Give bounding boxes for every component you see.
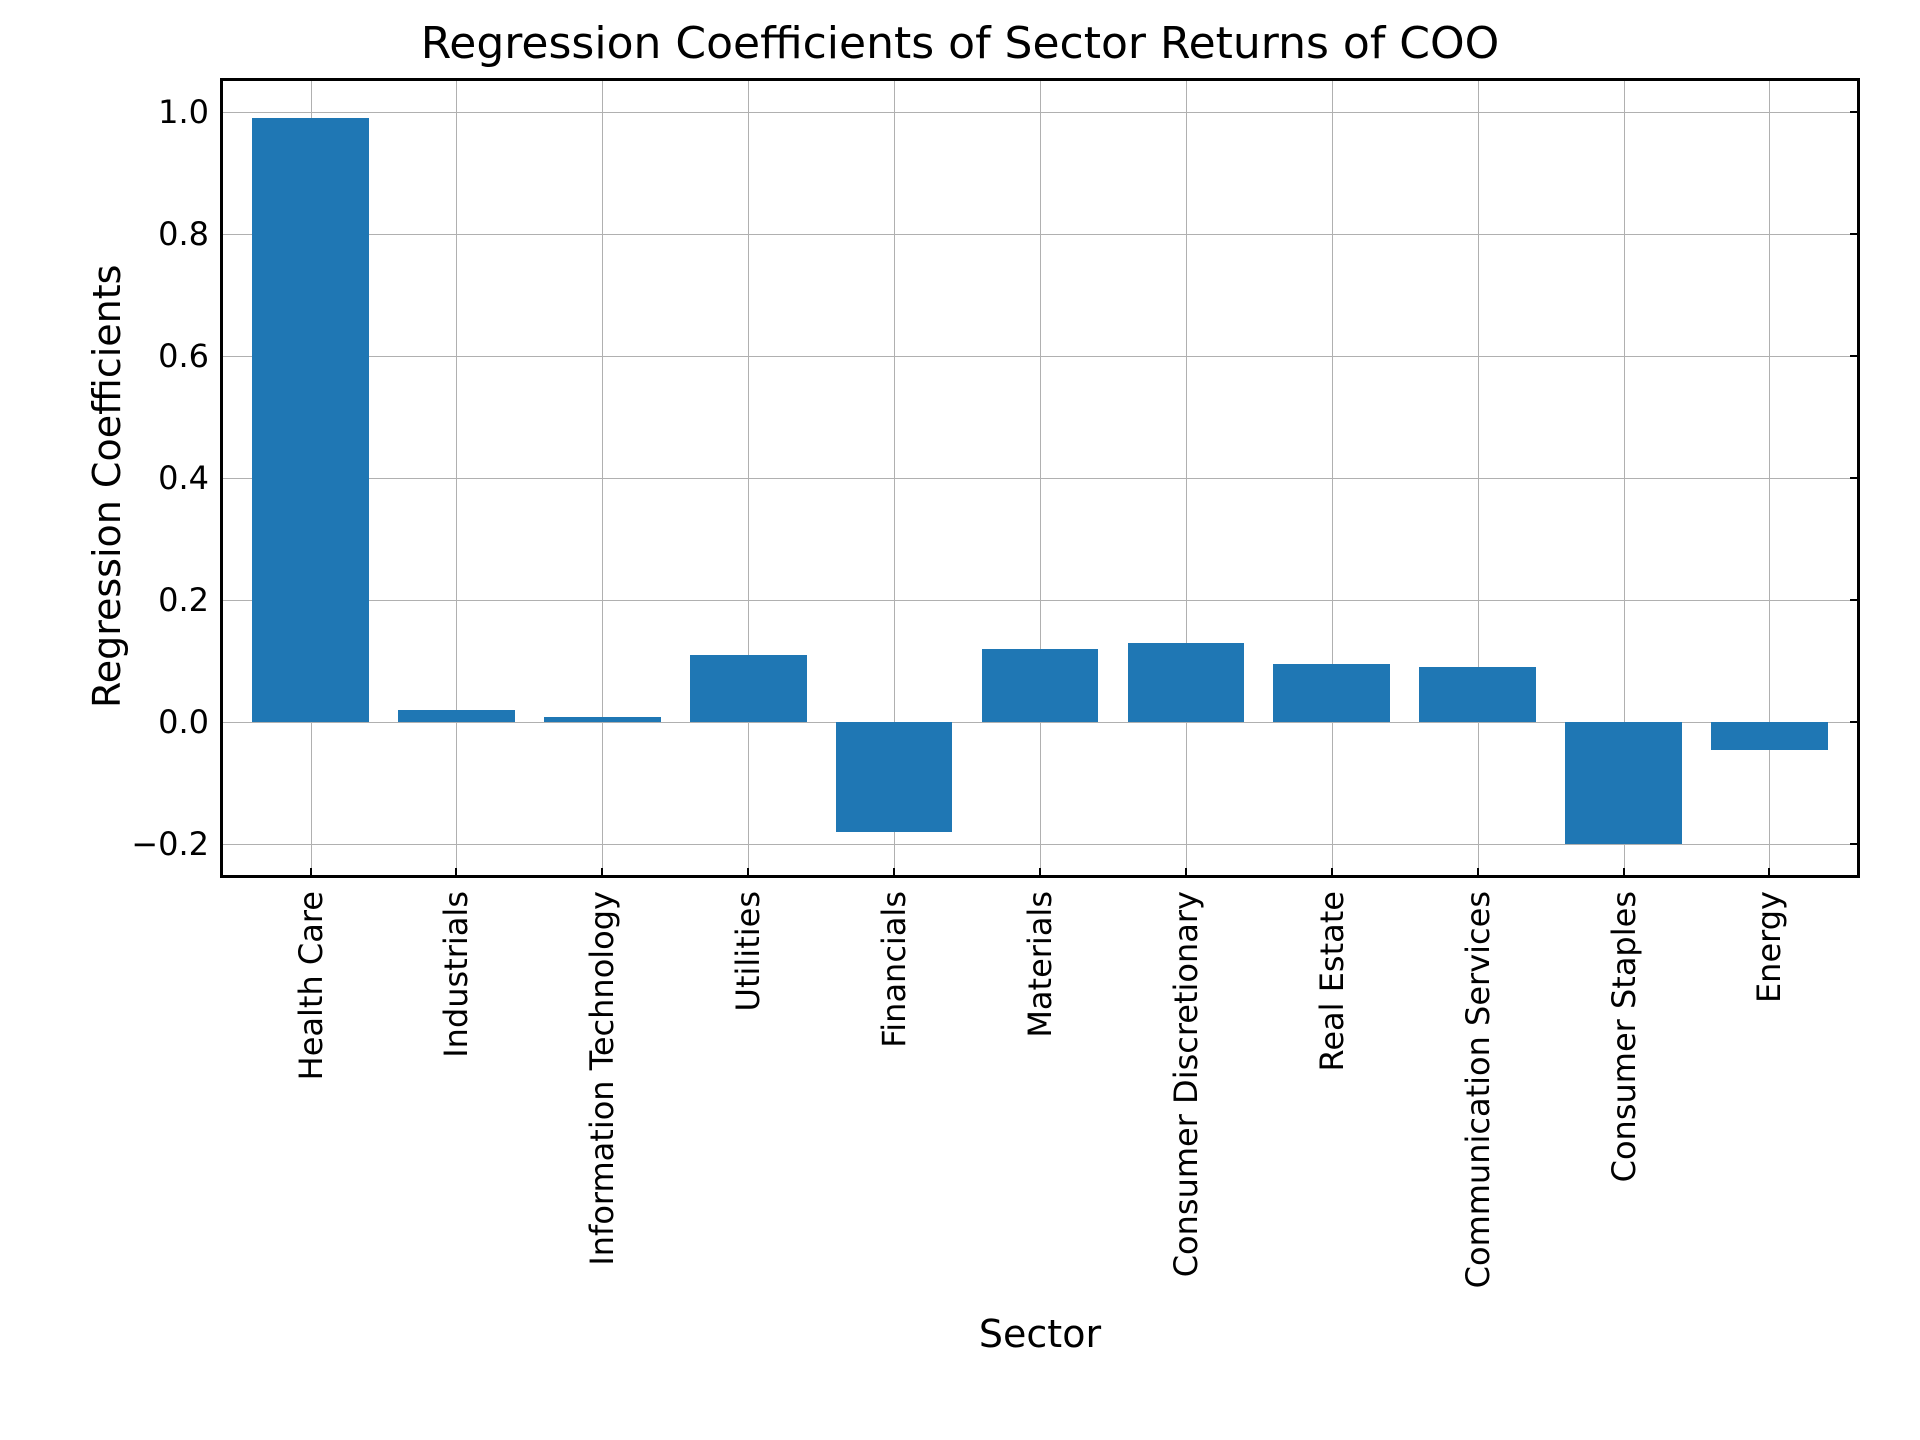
ytick-mark bbox=[1850, 843, 1860, 845]
ytick-label: 0.4 bbox=[158, 459, 223, 497]
bar bbox=[1273, 664, 1390, 722]
ytick-mark bbox=[1850, 477, 1860, 479]
ytick-mark bbox=[1850, 233, 1860, 235]
xtick-label: Materials bbox=[1021, 891, 1059, 1038]
ytick-label: 0.0 bbox=[158, 703, 223, 741]
xtick-label: Utilities bbox=[729, 891, 767, 1011]
xtick-label: Energy bbox=[1750, 891, 1788, 1003]
x-axis-label: Sector bbox=[220, 1312, 1860, 1356]
xtick-mark bbox=[893, 868, 895, 878]
xtick-mark bbox=[601, 868, 603, 878]
xtick-label: Information Technology bbox=[583, 891, 621, 1266]
bar bbox=[982, 649, 1099, 722]
ytick-label: 0.6 bbox=[158, 337, 223, 375]
bar bbox=[836, 722, 953, 832]
xtick-label: Financials bbox=[875, 891, 913, 1048]
chart-title: Regression Coefficients of Sector Return… bbox=[0, 18, 1920, 69]
bar bbox=[1565, 722, 1682, 844]
xtick-label: Consumer Staples bbox=[1605, 891, 1643, 1182]
gridline-v bbox=[1769, 81, 1770, 875]
gridline-v bbox=[602, 81, 603, 875]
xtick-label: Consumer Discretionary bbox=[1167, 891, 1205, 1277]
ytick-label: −0.2 bbox=[131, 825, 223, 863]
gridline-v bbox=[1478, 81, 1479, 875]
xtick-mark bbox=[1331, 868, 1333, 878]
xtick-mark bbox=[1039, 868, 1041, 878]
xtick-mark bbox=[1623, 868, 1625, 878]
chart-figure: Regression Coefficients of Sector Return… bbox=[0, 0, 1920, 1440]
ytick-mark bbox=[1850, 111, 1860, 113]
xtick-label: Health Care bbox=[292, 891, 330, 1080]
bar bbox=[398, 710, 515, 722]
xtick-mark bbox=[1185, 868, 1187, 878]
gridline-v bbox=[1332, 81, 1333, 875]
xtick-mark bbox=[1477, 868, 1479, 878]
gridline-v bbox=[456, 81, 457, 875]
gridline-v bbox=[1040, 81, 1041, 875]
xtick-mark bbox=[747, 868, 749, 878]
ytick-label: 1.0 bbox=[158, 93, 223, 131]
xtick-mark bbox=[310, 868, 312, 878]
ytick-mark bbox=[1850, 355, 1860, 357]
xtick-mark bbox=[455, 868, 457, 878]
y-axis-label: Regression Coefficients bbox=[85, 265, 129, 708]
bar bbox=[1419, 667, 1536, 722]
ytick-label: 0.2 bbox=[158, 581, 223, 619]
bar bbox=[690, 655, 807, 722]
ytick-mark bbox=[1850, 721, 1860, 723]
bar bbox=[1711, 722, 1828, 749]
bar bbox=[544, 717, 661, 722]
plot-area: −0.20.00.20.40.60.81.0Health CareIndustr… bbox=[220, 78, 1860, 878]
bar bbox=[252, 118, 369, 723]
xtick-label: Communication Services bbox=[1459, 891, 1497, 1288]
ytick-label: 0.8 bbox=[158, 215, 223, 253]
bar bbox=[1128, 643, 1245, 722]
xtick-mark bbox=[1768, 868, 1770, 878]
ytick-mark bbox=[1850, 599, 1860, 601]
gridline-v bbox=[748, 81, 749, 875]
gridline-v bbox=[1186, 81, 1187, 875]
xtick-label: Real Estate bbox=[1313, 891, 1351, 1071]
xtick-label: Industrials bbox=[437, 891, 475, 1058]
